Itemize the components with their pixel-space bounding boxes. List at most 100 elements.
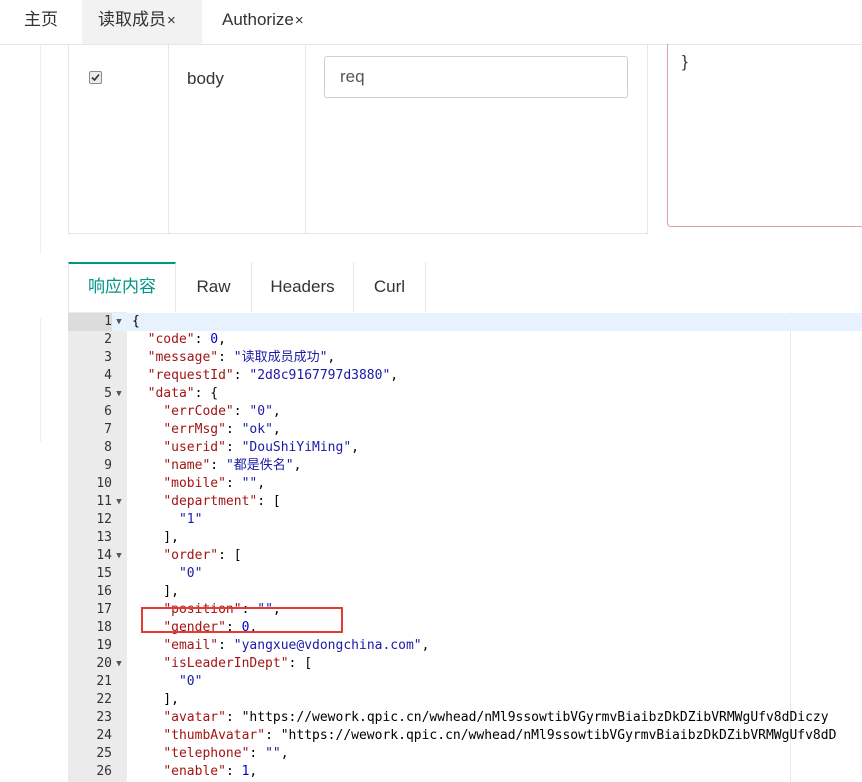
code-line: 21 "0"	[68, 673, 862, 691]
code-text: "email": "yangxue@vdongchina.com",	[163, 638, 430, 653]
code-text: "isLeaderInDept": [	[163, 656, 313, 671]
code-text: "order": [	[163, 548, 242, 563]
code-text: "code": 0,	[147, 332, 226, 347]
tab-response-content[interactable]: 响应内容	[68, 262, 176, 313]
param-value-input[interactable]: req	[324, 56, 628, 98]
line-number: 12	[96, 512, 112, 527]
tab-authorize-label: Authorize	[222, 10, 294, 29]
code-text: "name": "都是佚名",	[163, 458, 302, 473]
line-number: 2	[104, 332, 112, 347]
fold-arrow-icon[interactable]: ▼	[114, 547, 124, 565]
request-body-text: }	[682, 52, 688, 71]
code-line: 13 ],	[68, 529, 862, 547]
request-body-editor[interactable]: }	[667, 44, 862, 227]
code-text: "requestId": "2d8c9167797d3880",	[147, 368, 399, 383]
line-number: 13	[96, 530, 112, 545]
code-line: 9 "name": "都是佚名",	[68, 457, 862, 475]
param-name: body	[187, 69, 224, 88]
line-number: 24	[96, 728, 112, 743]
tab-authorize[interactable]: Authorize×	[222, 0, 332, 44]
fold-arrow-icon[interactable]: ▼	[114, 385, 124, 403]
code-text: "1"	[178, 512, 203, 527]
line-number: 22	[96, 692, 112, 707]
code-line: 26 "enable": 1,	[68, 763, 862, 781]
line-number: 9	[104, 458, 112, 473]
code-line: 20 ▼ "isLeaderInDept": [	[68, 655, 862, 673]
code-text: ],	[132, 584, 179, 599]
line-number: 5	[104, 386, 112, 401]
line-number: 25	[96, 746, 112, 761]
line-number: 7	[104, 422, 112, 437]
code-line: 22 ],	[68, 691, 862, 709]
tab-raw[interactable]: Raw	[176, 262, 252, 312]
check-icon	[91, 73, 100, 82]
code-line: 3 "message": "读取成员成功",	[68, 349, 862, 367]
code-text: "0"	[178, 674, 203, 689]
code-line: 14 ▼ "order": [	[68, 547, 862, 565]
tab-home[interactable]: 主页	[24, 0, 84, 44]
line-number: 11	[96, 494, 112, 509]
column-divider	[647, 44, 648, 233]
code-line: 15 "0"	[68, 565, 862, 583]
code-text: "department": [	[163, 494, 281, 509]
code-text: ],	[132, 530, 179, 545]
tab-read-member[interactable]: 读取成员×	[82, 0, 202, 44]
code-text: "message": "读取成员成功",	[147, 350, 336, 365]
highlight-annotation-box	[141, 607, 343, 633]
line-number: 6	[104, 404, 112, 419]
line-number: 10	[96, 476, 112, 491]
line-number: 16	[96, 584, 112, 599]
divider	[40, 318, 41, 442]
line-number: 14	[96, 548, 112, 563]
fold-arrow-icon[interactable]: ▼	[114, 313, 124, 331]
code-line: 5 ▼ "data": {	[68, 385, 862, 403]
close-icon[interactable]: ×	[167, 12, 176, 29]
code-line: 23 "avatar": "https://wework.qpic.cn/wwh…	[68, 709, 862, 727]
line-number: 3	[104, 350, 112, 365]
code-line: 24 "thumbAvatar": "https://wework.qpic.c…	[68, 727, 862, 745]
fold-arrow-icon[interactable]: ▼	[114, 493, 124, 511]
code-text: "errMsg": "ok",	[163, 422, 281, 437]
response-code-editor[interactable]: 1 ▼{2 "code": 0, 3 "message": "读取成员成功", 4 "…	[68, 312, 862, 782]
code-line: 7 "errMsg": "ok",	[68, 421, 862, 439]
top-tab-bar: 主页 读取成员× Authorize×	[0, 0, 862, 45]
response-tabs: 响应内容 Raw Headers Curl	[68, 262, 862, 313]
code-line: 12 "1"	[68, 511, 862, 529]
line-number: 8	[104, 440, 112, 455]
code-line: 8 "userid": "DouShiYiMing",	[68, 439, 862, 457]
tab-read-member-label: 读取成员	[98, 10, 166, 29]
tab-headers[interactable]: Headers	[252, 262, 354, 312]
code-line: 6 "errCode": "0",	[68, 403, 862, 421]
code-line: 11 ▼ "department": [	[68, 493, 862, 511]
code-text: "avatar": "https://wework.qpic.cn/wwhead…	[163, 710, 829, 725]
column-divider	[168, 44, 169, 233]
line-number: 4	[104, 368, 112, 383]
line-number: 19	[96, 638, 112, 653]
divider	[40, 44, 41, 254]
code-line: 4 "requestId": "2d8c9167797d3880",	[68, 367, 862, 385]
fold-arrow-icon[interactable]: ▼	[114, 655, 124, 673]
line-number: 26	[96, 764, 112, 779]
tab-curl[interactable]: Curl	[354, 262, 426, 312]
code-line: 19 "email": "yangxue@vdongchina.com",	[68, 637, 862, 655]
code-text: "telephone": "",	[163, 746, 289, 761]
code-text: "mobile": "",	[163, 476, 266, 491]
code-text: "thumbAvatar": "https://wework.qpic.cn/w…	[163, 728, 837, 743]
param-enabled-checkbox[interactable]	[89, 71, 102, 84]
close-icon[interactable]: ×	[295, 12, 304, 29]
code-line: 1 ▼ {	[68, 313, 862, 331]
line-number: 23	[96, 710, 112, 725]
code-text: "data": {	[147, 386, 219, 401]
column-divider	[305, 44, 306, 233]
line-number: 17	[96, 602, 112, 617]
code-text: ],	[132, 692, 179, 707]
line-number: 18	[96, 620, 112, 635]
line-number: 15	[96, 566, 112, 581]
code-text: "errCode": "0",	[163, 404, 281, 419]
code-text: "userid": "DouShiYiMing",	[163, 440, 359, 455]
line-number: 1	[68, 313, 112, 331]
code-text: {	[132, 314, 140, 329]
parameter-table: body req	[68, 44, 648, 234]
line-number: 21	[96, 674, 112, 689]
code-text: "0"	[178, 566, 203, 581]
